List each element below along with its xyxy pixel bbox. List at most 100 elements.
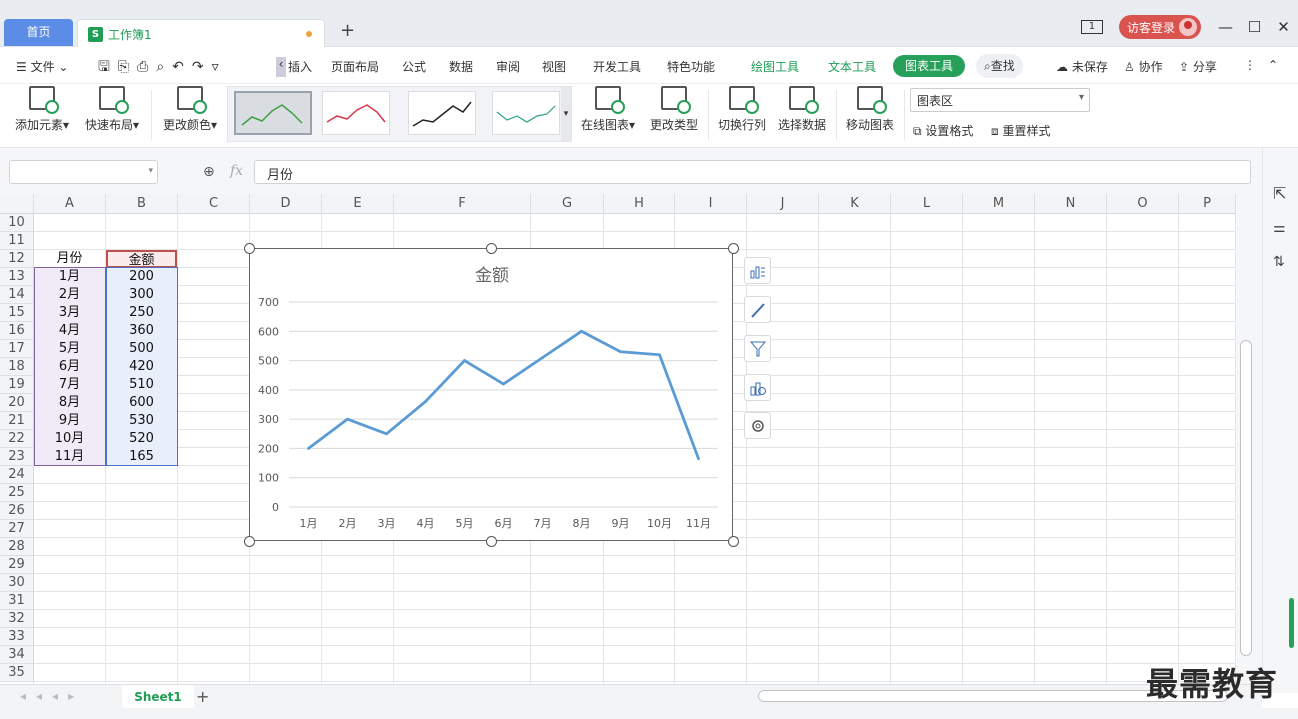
chart-settings-button[interactable] <box>744 412 771 439</box>
quick-access-icons[interactable]: 🖫⎘⎙⌕↶↷▿ <box>98 56 227 80</box>
row-header-30[interactable]: 30 <box>0 574 34 592</box>
row-header-32[interactable]: 32 <box>0 610 34 628</box>
reset-style-button[interactable]: ⧈ 重置样式 <box>991 122 1050 139</box>
zoom-icon[interactable]: ⊕ <box>203 164 215 180</box>
column-header-h[interactable]: H <box>604 194 675 214</box>
fx-icon[interactable]: fx <box>230 163 243 179</box>
menu-developer[interactable]: 开发工具 <box>593 58 641 75</box>
online-chart-button[interactable]: 在线图表▾ <box>580 86 636 133</box>
close-icon[interactable]: ✕ <box>1269 18 1298 36</box>
line-chart[interactable]: 金额 0 100 200 300 400 500 600 700 1月 2月 3月 4月 5月 6月 7月 8… <box>249 248 733 541</box>
data-point[interactable] <box>385 432 388 436</box>
row-header-20[interactable]: 20 <box>0 394 34 412</box>
column-header-l[interactable]: L <box>891 194 963 214</box>
collapse-ribbon-icon[interactable]: ⌃ <box>1268 58 1278 72</box>
resize-handle[interactable] <box>728 536 739 547</box>
page-indicator-icon[interactable]: 1 <box>1080 20 1103 34</box>
column-header-o[interactable]: O <box>1107 194 1179 214</box>
row-header-12[interactable]: 12 <box>0 250 34 268</box>
row-header-35[interactable]: 35 <box>0 664 34 682</box>
data-point[interactable] <box>346 417 349 421</box>
data-point[interactable] <box>424 400 427 403</box>
switch-rowcol-button[interactable]: 切换行列 <box>716 86 768 133</box>
resize-handle[interactable] <box>728 243 739 254</box>
chart-style-2[interactable] <box>322 91 390 135</box>
row-header-22[interactable]: 22 <box>0 430 34 448</box>
column-header-a[interactable]: A <box>34 194 106 214</box>
data-point[interactable] <box>502 382 505 386</box>
data-point[interactable] <box>658 353 661 357</box>
add-element-button[interactable]: 添加元素▾ <box>12 86 72 133</box>
unsaved-button[interactable]: ☁ 未保存 <box>1056 58 1108 75</box>
online-chart-side-button[interactable] <box>744 374 771 401</box>
chart-style-button[interactable] <box>744 296 771 323</box>
change-color-button[interactable]: 更改颜色▾ <box>160 86 220 133</box>
row-header-29[interactable]: 29 <box>0 556 34 574</box>
file-menu[interactable]: ☰ 文件 ⌄ <box>16 58 68 75</box>
row-header-34[interactable]: 34 <box>0 646 34 664</box>
menu-text-tools[interactable]: 文本工具 <box>828 58 876 75</box>
data-point[interactable] <box>463 359 466 362</box>
menu-draw-tools[interactable]: 绘图工具 <box>751 58 799 75</box>
resize-handle[interactable] <box>244 243 255 254</box>
row-header-17[interactable]: 17 <box>0 340 34 358</box>
column-header-c[interactable]: C <box>178 194 250 214</box>
data-point[interactable] <box>697 457 700 461</box>
menu-formula[interactable]: 公式 <box>402 58 426 75</box>
column-header-b[interactable]: B <box>106 194 178 214</box>
menu-view[interactable]: 视图 <box>542 58 566 75</box>
search-button[interactable]: ⌕查找 <box>976 54 1023 78</box>
resize-handle[interactable] <box>486 536 497 547</box>
name-box[interactable] <box>9 160 158 184</box>
row-header-16[interactable]: 16 <box>0 322 34 340</box>
quick-layout-button[interactable]: 快速布局▾ <box>82 86 142 133</box>
minimize-icon[interactable]: — <box>1211 18 1240 36</box>
menu-data[interactable]: 数据 <box>449 58 473 75</box>
maximize-icon[interactable]: ☐ <box>1240 18 1269 36</box>
column-header-d[interactable]: D <box>250 194 322 214</box>
sheet-tab[interactable]: Sheet1 <box>122 685 194 709</box>
chart-style-3[interactable] <box>408 91 476 135</box>
row-header-28[interactable]: 28 <box>0 538 34 556</box>
select-cursor-icon[interactable]: ⇱ <box>1273 184 1286 203</box>
share-button[interactable]: ⇪ 分享 <box>1179 58 1217 75</box>
row-header-13[interactable]: 13 <box>0 268 34 286</box>
row-header-18[interactable]: 18 <box>0 358 34 376</box>
vertical-scrollbar[interactable] <box>1236 194 1262 684</box>
chart-style-1[interactable] <box>234 91 312 135</box>
chart-element-select[interactable]: 图表区 <box>910 88 1090 112</box>
vertical-scroll-thumb[interactable] <box>1240 340 1252 656</box>
chart-filter-button[interactable] <box>744 335 771 362</box>
row-header-23[interactable]: 23 <box>0 448 34 466</box>
column-header-e[interactable]: E <box>322 194 394 214</box>
series-line[interactable] <box>307 329 700 460</box>
chart-elements-button[interactable] <box>744 257 771 284</box>
sheet-nav-icons[interactable]: ◂◂◂▸ <box>20 689 84 703</box>
column-header-j[interactable]: J <box>747 194 819 214</box>
more-icon[interactable]: ⋮ <box>1244 58 1256 72</box>
add-sheet-button[interactable]: + <box>196 687 209 706</box>
formula-input[interactable]: 月份 <box>254 160 1251 184</box>
row-header-14[interactable]: 14 <box>0 286 34 304</box>
row-header-11[interactable]: 11 <box>0 232 34 250</box>
menu-insert[interactable]: 插入 <box>288 58 312 75</box>
login-button[interactable]: 访客登录 <box>1118 15 1201 39</box>
row-header-26[interactable]: 26 <box>0 502 34 520</box>
data-point[interactable] <box>619 350 622 354</box>
properties-icon[interactable]: ⚌ <box>1273 220 1286 236</box>
menu-chart-tools[interactable]: 图表工具 <box>893 55 965 77</box>
row-header-10[interactable]: 10 <box>0 214 34 232</box>
set-format-button[interactable]: ⧉ 设置格式 <box>913 122 973 139</box>
gallery-more-icon[interactable]: ▾ <box>561 87 571 141</box>
data-point[interactable] <box>580 329 583 333</box>
column-header-i[interactable]: I <box>675 194 747 214</box>
chart-style-4[interactable] <box>492 91 560 135</box>
row-header-31[interactable]: 31 <box>0 592 34 610</box>
menu-review[interactable]: 审阅 <box>496 58 520 75</box>
row-header-24[interactable]: 24 <box>0 466 34 484</box>
row-header-27[interactable]: 27 <box>0 520 34 538</box>
menu-special[interactable]: 特色功能 <box>667 58 715 75</box>
row-header-21[interactable]: 21 <box>0 412 34 430</box>
cell-header-month[interactable]: 月份 <box>34 250 105 268</box>
row-header-15[interactable]: 15 <box>0 304 34 322</box>
